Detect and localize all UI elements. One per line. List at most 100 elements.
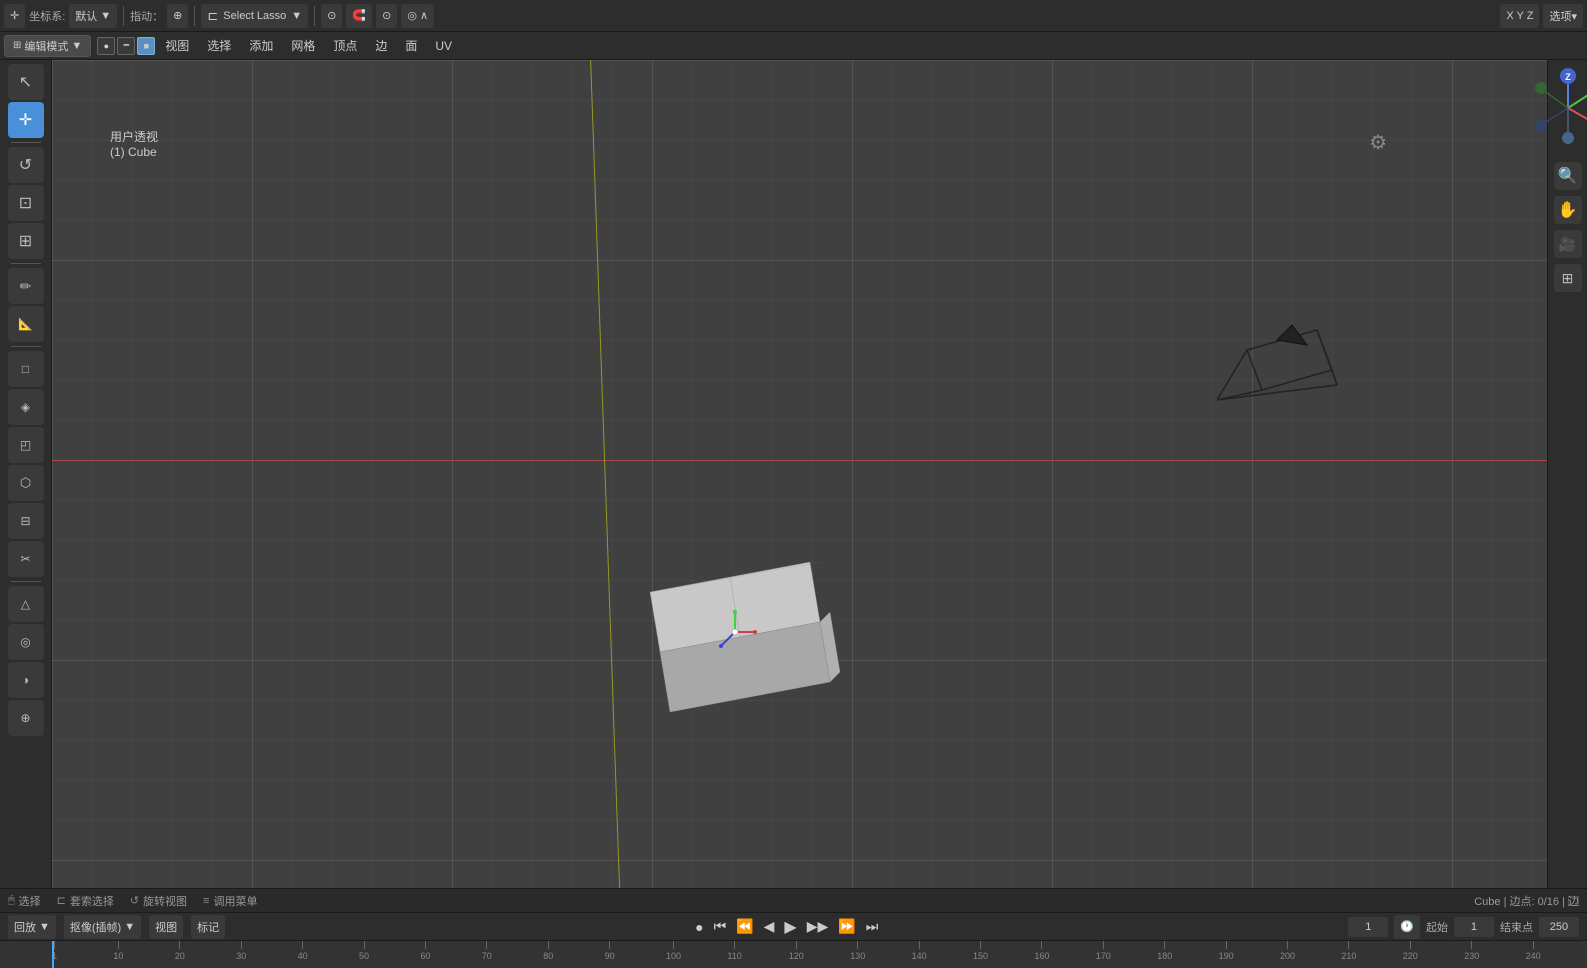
timeline-marker-220: 220 — [1403, 941, 1418, 968]
overlay-btn[interactable]: ⊙ — [376, 4, 397, 28]
select-lasso-dropdown[interactable]: ⊏ Select Lasso ▼ — [201, 4, 308, 28]
pan-view-btn[interactable]: ✋ — [1554, 196, 1582, 224]
current-frame-input[interactable] — [1348, 917, 1388, 937]
end-frame-input[interactable] — [1539, 917, 1579, 937]
timeline-marker-60: 60 — [420, 941, 430, 968]
transform-orientation-icon[interactable]: ✛ — [4, 4, 25, 28]
x-axis-line — [52, 460, 1547, 461]
end-label: 结束点 — [1500, 919, 1533, 935]
jump-end-btn[interactable]: ⏭ — [863, 916, 882, 937]
loop-cut-tool-btn[interactable]: ⊟ — [8, 503, 44, 539]
jump-start-btn[interactable]: ⏮ — [711, 916, 730, 937]
orthographic-toggle-btn[interactable]: ⊞ — [1554, 264, 1582, 292]
timeline-marker-200: 200 — [1280, 941, 1295, 968]
timeline-marker-80: 80 — [543, 941, 553, 968]
timeline-view-btn[interactable]: 视图 — [149, 915, 183, 939]
xyz-display-btn[interactable]: X Y Z — [1500, 4, 1539, 28]
rotate-tool-btn[interactable]: ↺ — [8, 147, 44, 183]
camera-view-btn[interactable]: 🎥 — [1554, 230, 1582, 258]
menu-view[interactable]: 视图 — [157, 35, 197, 57]
status-right-info: Cube | 边点: 0/16 | 边⃞ — [1474, 893, 1579, 909]
proportional-editing-btn[interactable]: ⊙ — [321, 4, 342, 28]
svg-text:Z: Z — [1565, 72, 1571, 82]
next-keyframe-btn[interactable]: ⏩ — [835, 916, 858, 937]
start-frame-input[interactable] — [1454, 917, 1494, 937]
toolbar-separator-1 — [11, 142, 41, 143]
measure-tool-btn[interactable]: 📐 — [8, 306, 44, 342]
toolbar-separator-4 — [11, 581, 41, 582]
select-options-btn[interactable]: 选项▾ — [1543, 4, 1583, 28]
knife-tool-btn[interactable]: ✂ — [8, 541, 44, 577]
menu-add[interactable]: 添加 — [241, 35, 281, 57]
bevel-tool-btn[interactable]: ⬡ — [8, 465, 44, 501]
top-header-bar: ✛ 坐标系: 默认 ▼ 指动： ⊕ ⊏ Select Lasso ▼ ⊙ 🧲 ⊙… — [0, 0, 1587, 32]
timeline-marker-170: 170 — [1096, 941, 1111, 968]
timeline-marker-btn[interactable]: 标记 — [191, 915, 225, 939]
timeline-marker-120: 120 — [789, 941, 804, 968]
timeline-marker-180: 180 — [1157, 941, 1172, 968]
3d-cube-object — [620, 552, 840, 692]
status-bar: 🖱 选择 ⊏ 套索选择 ↺ 旋转视图 ≡ 调用菜单 Cube | 边点: 0/1… — [0, 888, 1587, 912]
stop-btn[interactable]: ● — [692, 917, 706, 937]
scale-tool-btn[interactable]: ⊡ — [8, 185, 44, 221]
poly-build-tool-btn[interactable]: △ — [8, 586, 44, 622]
separator-3 — [314, 6, 315, 26]
timeline-marker-190: 190 — [1219, 941, 1234, 968]
timeline-marker-230: 230 — [1464, 941, 1479, 968]
coordinate-dropdown[interactable]: 默认 ▼ — [69, 4, 117, 28]
camera-wireframe — [1217, 310, 1347, 420]
pivot-icon-btn[interactable]: ⊕ — [167, 4, 188, 28]
frame-number-controls: 🕐 起始 结束点 — [1348, 915, 1579, 939]
view-mode-btn[interactable]: ◎ ∧ — [401, 4, 434, 28]
status-rotate: ↺ 旋转视图 — [130, 893, 187, 909]
timeline-playback-btn[interactable]: 回放 ▼ — [8, 915, 56, 939]
menu-uv[interactable]: UV — [427, 35, 460, 57]
top-right-controls: X Y Z 选项▾ — [1500, 4, 1583, 28]
timeline-interpolation-btn[interactable]: 抠像(插帧) ▼ — [64, 915, 141, 939]
snap-icon-btn[interactable]: 🧲 — [346, 4, 372, 28]
prev-keyframe-btn[interactable]: ⏪ — [733, 916, 756, 937]
axis-gizmo: Z Y X — [1528, 68, 1587, 148]
timeline-ruler[interactable]: 1102030405060708090100110120130140150160… — [0, 941, 1587, 968]
timeline-marker-1: 1 — [52, 941, 57, 968]
select-tool-btn[interactable]: ↖ — [8, 64, 44, 100]
edit-mode-dropdown[interactable]: ⊞ 编辑模式 ▼ — [4, 35, 91, 57]
zoom-to-fit-btn[interactable]: 🔍 — [1554, 162, 1582, 190]
vertex-mode-btn[interactable]: ● — [97, 37, 115, 55]
ruler-markers: 1102030405060708090100110120130140150160… — [52, 941, 1587, 968]
menu-edge[interactable]: 边 — [367, 35, 395, 57]
timeline-marker-90: 90 — [605, 941, 615, 968]
timeline-controls: 回放 ▼ 抠像(插帧) ▼ 视图 标记 ● ⏮ ⏪ ◀ ▶ ▶▶ ⏩ ⏭ 🕐 起… — [0, 913, 1587, 941]
shrink-fatten-btn[interactable]: ⊕ — [8, 700, 44, 736]
3d-viewport[interactable]: ⚙ 用户透视 (1) Cube — [52, 60, 1547, 912]
face-mode-btn[interactable]: ■ — [137, 37, 155, 55]
timeline-marker-30: 30 — [236, 941, 246, 968]
menu-mesh[interactable]: 网格 — [283, 35, 323, 57]
edge-mode-btn[interactable]: ━ — [117, 37, 135, 55]
start-label: 起始 — [1426, 919, 1448, 935]
menu-select[interactable]: 选择 — [199, 35, 239, 57]
inset-tool-btn[interactable]: ◰ — [8, 427, 44, 463]
use-keyframe-icon[interactable]: 🕐 — [1394, 915, 1420, 939]
timeline-marker-70: 70 — [482, 941, 492, 968]
menu-face[interactable]: 面 — [397, 35, 425, 57]
move-tool-btn[interactable]: ✛ — [8, 102, 44, 138]
annotate-tool-btn[interactable]: ✏ — [8, 268, 44, 304]
play-btn[interactable]: ▶ — [781, 915, 799, 939]
extrude-tool-btn[interactable]: ◈ — [8, 389, 44, 425]
timeline-marker-160: 160 — [1034, 941, 1049, 968]
next-frame-btn[interactable]: ▶▶ — [804, 916, 832, 937]
transform-tool-btn[interactable]: ⊞ — [8, 223, 44, 259]
timeline-marker-210: 210 — [1341, 941, 1356, 968]
prev-frame-btn[interactable]: ◀ — [761, 916, 778, 937]
timeline: 回放 ▼ 抠像(插帧) ▼ 视图 标记 ● ⏮ ⏪ ◀ ▶ ▶▶ ⏩ ⏭ 🕐 起… — [0, 912, 1587, 968]
menu-vertex[interactable]: 顶点 — [325, 35, 365, 57]
separator-1 — [123, 6, 124, 26]
add-cube-tool-btn[interactable]: □ — [8, 351, 44, 387]
spin-tool-btn[interactable]: ◎ — [8, 624, 44, 660]
timeline-marker-40: 40 — [298, 941, 308, 968]
smooth-tool-btn[interactable]: ◑ — [8, 662, 44, 698]
viewport-gear-icon[interactable]: ⚙ — [1369, 130, 1387, 155]
grid-major-lines — [52, 60, 1547, 912]
edit-mode-bar: ⊞ 编辑模式 ▼ ● ━ ■ 视图 选择 添加 网格 顶点 边 面 UV — [0, 32, 1587, 60]
